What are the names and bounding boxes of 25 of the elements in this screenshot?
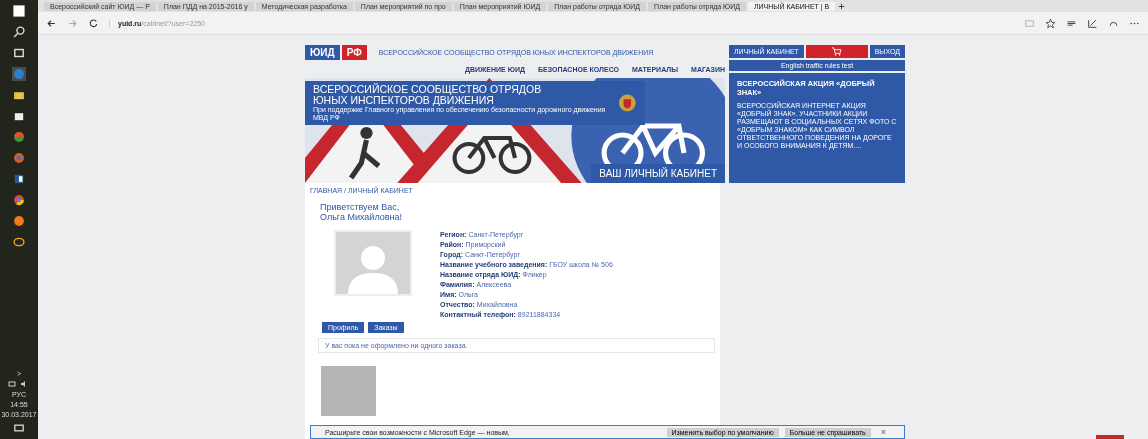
search-icon[interactable] [12, 25, 26, 39]
logo-text[interactable]: РФ [341, 45, 367, 60]
start-icon[interactable] [12, 4, 26, 18]
greeting-text: Ольга Михайловна! [320, 212, 403, 222]
task-view-icon[interactable] [12, 46, 26, 60]
close-button[interactable]: × [876, 427, 890, 437]
cart-icon [831, 47, 843, 56]
chrome-icon[interactable] [12, 193, 26, 207]
network-icon[interactable] [8, 380, 18, 388]
speech-bubble-icon[interactable] [12, 235, 26, 249]
banner-title: ЮНЫХ ИНСПЕКТОРОВ ДВИЖЕНИЯ [313, 95, 495, 106]
star-icon[interactable] [1045, 17, 1056, 29]
greeting-text: Приветствуем Вас, [320, 202, 401, 212]
cart-button[interactable] [805, 45, 868, 58]
back-icon[interactable] [46, 17, 57, 29]
banner-title: ВСЕРОССИЙСКОЕ СООБЩЕСТВО ОТРЯДОВ [313, 84, 543, 95]
document-icon[interactable] [12, 172, 26, 186]
globe-icon[interactable] [12, 130, 26, 144]
logo-text[interactable]: ЮИД [305, 45, 340, 60]
book-cover-placeholder [321, 366, 376, 416]
emblem-icon [618, 93, 637, 113]
new-tab-icon[interactable] [837, 1, 847, 11]
refresh-icon[interactable] [88, 17, 99, 29]
banner-caption: ВАШ ЛИЧНЫЙ КАБИНЕТ [591, 164, 725, 183]
pen-icon[interactable] [1087, 17, 1098, 29]
